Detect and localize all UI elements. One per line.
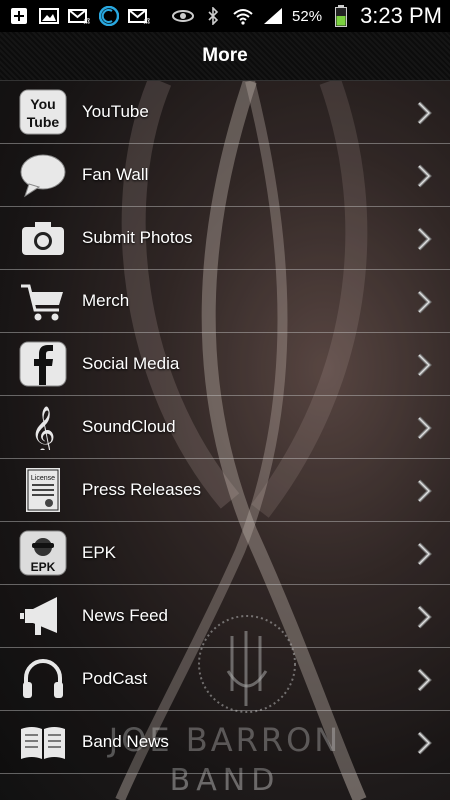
book-icon bbox=[18, 718, 68, 766]
menu-item-band-news[interactable]: Band News bbox=[0, 711, 450, 774]
svg-text:EPK: EPK bbox=[31, 560, 56, 574]
menu-item-label: Fan Wall bbox=[82, 165, 149, 184]
menu-item-merch[interactable]: Merch bbox=[0, 270, 450, 333]
menu-item-epk[interactable]: EPK EPK bbox=[0, 522, 450, 585]
battery-icon bbox=[330, 5, 352, 27]
page-title: More bbox=[202, 45, 248, 66]
menu-item-podcast[interactable]: PodCast bbox=[0, 648, 450, 711]
chevron-right-icon bbox=[417, 353, 432, 377]
camera-icon bbox=[18, 214, 68, 262]
menu-item-label: SoundCloud bbox=[82, 417, 176, 436]
signal-icon bbox=[262, 7, 284, 25]
chevron-right-icon bbox=[417, 605, 432, 629]
menu-item-label: Merch bbox=[82, 291, 130, 310]
speech-bubble-icon bbox=[18, 151, 68, 199]
header-bar: More bbox=[0, 32, 450, 81]
svg-text:You: You bbox=[30, 96, 55, 112]
chevron-right-icon bbox=[417, 164, 432, 188]
svg-text:License: License bbox=[31, 475, 55, 482]
eye-icon bbox=[172, 7, 195, 25]
menu-item-submit-photos[interactable]: Submit Photos bbox=[0, 207, 450, 270]
menu-item-label: News Feed bbox=[82, 606, 168, 625]
chevron-right-icon bbox=[417, 479, 432, 503]
megaphone-icon bbox=[18, 592, 68, 640]
headphones-icon bbox=[18, 655, 68, 703]
menu-item-news-feed[interactable]: News Feed bbox=[0, 585, 450, 648]
license-icon: License bbox=[18, 466, 68, 514]
clock: 3:23 PM bbox=[360, 3, 442, 28]
chevron-right-icon bbox=[417, 542, 432, 566]
menu-item-soundcloud[interactable]: 𝄞 SoundCloud bbox=[0, 396, 450, 459]
svg-text:@: @ bbox=[83, 17, 90, 24]
wifi-icon bbox=[232, 7, 254, 25]
svg-text:𝄞: 𝄞 bbox=[31, 405, 56, 450]
treble-clef-icon: 𝄞 bbox=[18, 403, 68, 451]
app-icon bbox=[98, 6, 120, 26]
svg-text:Tube: Tube bbox=[27, 114, 60, 130]
menu-item-label: EPK bbox=[82, 543, 117, 562]
status-bar: @ @ 52% 3:23 PM bbox=[0, 0, 450, 32]
chevron-right-icon bbox=[417, 101, 432, 125]
menu-item-social-media[interactable]: Social Media bbox=[0, 333, 450, 396]
menu-item-label: PodCast bbox=[82, 669, 148, 688]
menu-item-press-releases[interactable]: License Press Releases bbox=[0, 459, 450, 522]
epk-icon: EPK bbox=[18, 529, 68, 577]
menu-item-label: YouTube bbox=[82, 102, 149, 121]
menu-item-label: Submit Photos bbox=[82, 228, 193, 247]
svg-text:@: @ bbox=[143, 17, 150, 24]
image-icon bbox=[38, 7, 60, 25]
chevron-right-icon bbox=[417, 416, 432, 440]
bluetooth-icon bbox=[202, 7, 224, 25]
facebook-icon bbox=[18, 340, 68, 388]
battery-percent: 52% bbox=[292, 7, 323, 25]
menu-item-youtube[interactable]: You Tube YouTube bbox=[0, 81, 450, 144]
chevron-right-icon bbox=[417, 668, 432, 692]
menu-item-label: Band News bbox=[82, 732, 169, 751]
email-icon: @ bbox=[128, 7, 150, 25]
chevron-right-icon bbox=[417, 731, 432, 755]
menu-item-label: Press Releases bbox=[82, 480, 202, 499]
email-icon: @ bbox=[68, 7, 90, 25]
chevron-right-icon bbox=[417, 227, 432, 251]
menu-item-fan-wall[interactable]: Fan Wall bbox=[0, 144, 450, 207]
menu-item-label: Social Media bbox=[82, 354, 180, 373]
shopping-cart-icon bbox=[18, 277, 68, 325]
menu-list: You Tube YouTube Fan Wall Submit Photos … bbox=[0, 81, 450, 774]
add-icon bbox=[8, 7, 30, 25]
youtube-icon: You Tube bbox=[18, 88, 68, 136]
chevron-right-icon bbox=[417, 290, 432, 314]
